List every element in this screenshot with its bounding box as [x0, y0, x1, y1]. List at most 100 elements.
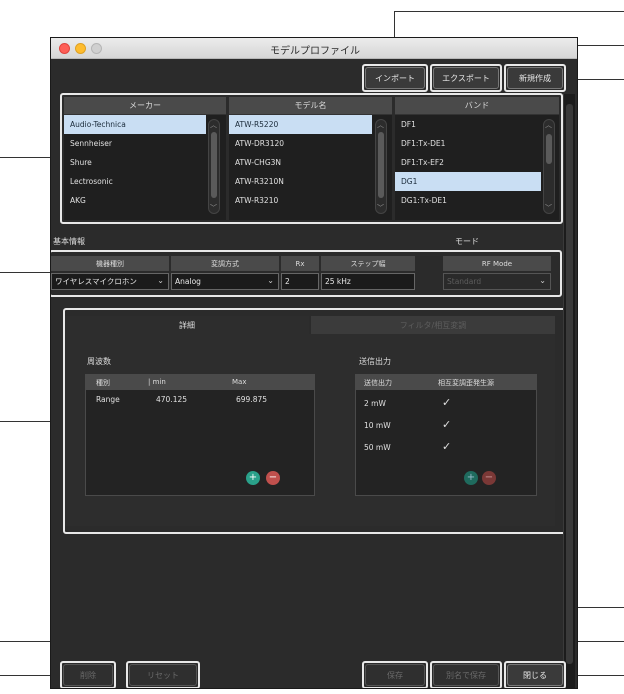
- table-row[interactable]: 50 mW ✓: [356, 440, 536, 461]
- list-item[interactable]: ATW-CHG3N: [229, 153, 392, 172]
- device-type-header: 機器種別: [51, 256, 169, 271]
- step-header: ステップ幅: [321, 256, 415, 271]
- delete-button[interactable]: 削除: [63, 664, 113, 686]
- model-profile-window: モデルプロファイル インポート エクスポート 新規作成 メーカー Audio-T…: [50, 37, 578, 689]
- modulation-value: Analog: [175, 277, 201, 286]
- maker-list[interactable]: メーカー Audio-Technica Sennheiser Shure Lec…: [64, 97, 226, 220]
- chevron-up-icon[interactable]: ︿: [210, 120, 217, 130]
- checkmark-icon[interactable]: ✓: [442, 440, 451, 453]
- band-list[interactable]: バンド DF1 DF1:Tx-DE1 DF1:Tx-EF2 DG1 DG1:Tx…: [395, 97, 559, 220]
- detail-tabs: 詳細 フィルタ/相互変調: [65, 316, 555, 334]
- rx-field[interactable]: 2: [281, 273, 319, 290]
- modulation-header: 変調方式: [171, 256, 279, 271]
- rx-header: Rx: [281, 256, 319, 271]
- freq-max-header: Max: [232, 378, 247, 386]
- chevron-down-icon: ⌄: [539, 276, 546, 285]
- freq-row-max: 699.875: [236, 395, 268, 404]
- model-scroll-thumb[interactable]: [378, 132, 384, 198]
- window-scrollbar[interactable]: [563, 94, 575, 688]
- add-power-button[interactable]: +: [464, 471, 478, 485]
- list-item[interactable]: AKG: [64, 191, 226, 210]
- imd-header: 相互変調歪発生源: [438, 379, 494, 387]
- callout-line-import: [394, 11, 624, 12]
- list-item[interactable]: Shure: [64, 153, 226, 172]
- remove-power-button[interactable]: −: [482, 471, 496, 485]
- add-range-button[interactable]: +: [246, 471, 260, 485]
- frequency-label: 周波数: [87, 357, 111, 366]
- window-scroll-thumb[interactable]: [566, 104, 573, 664]
- close-button[interactable]: 閉じる: [507, 664, 563, 686]
- chevron-up-icon[interactable]: ︿: [545, 120, 552, 130]
- checkmark-icon[interactable]: ✓: [442, 396, 451, 409]
- basic-info-label: 基本情報: [53, 237, 85, 246]
- chevron-down-icon: ⌄: [267, 276, 274, 285]
- list-item[interactable]: Audio-Technica: [64, 115, 206, 134]
- device-type-value: ワイヤレスマイクロホン: [55, 277, 137, 286]
- step-field[interactable]: 25 kHz: [321, 273, 415, 290]
- title-bar[interactable]: モデルプロファイル: [51, 38, 577, 59]
- list-item[interactable]: Sennheiser: [64, 134, 226, 153]
- list-item[interactable]: ATW-R5220: [229, 115, 372, 134]
- list-item[interactable]: ATW-R3210N: [229, 172, 392, 191]
- window-title: モデルプロファイル: [270, 46, 360, 57]
- callout-line-new: [578, 79, 624, 80]
- power-table-header: 送信出力 相互変調歪発生源: [356, 375, 536, 390]
- table-row[interactable]: 10 mW ✓: [356, 418, 536, 439]
- reset-button[interactable]: リセット: [129, 664, 197, 686]
- table-row[interactable]: 2 mW ✓: [356, 396, 536, 417]
- callout-line-basic: [0, 272, 50, 273]
- power-header: 送信出力: [364, 379, 392, 387]
- chevron-down-icon[interactable]: ﹀: [545, 203, 552, 213]
- power-table: 送信出力 相互変調歪発生源 2 mW ✓ 10 mW ✓ 50 mW ✓ + −: [355, 374, 537, 496]
- model-list[interactable]: モデル名 ATW-R5220 ATW-DR3120 ATW-CHG3N ATW-…: [229, 97, 392, 220]
- power-row-value: 2 mW: [364, 399, 386, 408]
- save-as-button[interactable]: 別名で保存: [433, 664, 499, 686]
- device-type-select[interactable]: ワイヤレスマイクロホン ⌄: [51, 273, 169, 290]
- band-list-header: バンド: [395, 97, 559, 115]
- modulation-select[interactable]: Analog ⌄: [171, 273, 279, 290]
- power-label: 送信出力: [359, 357, 391, 366]
- checkmark-icon[interactable]: ✓: [442, 418, 451, 431]
- band-list-scrollbar[interactable]: ︿ ﹀: [543, 119, 555, 214]
- list-item[interactable]: DF1: [395, 115, 559, 134]
- new-button[interactable]: 新規作成: [507, 67, 563, 89]
- frequency-table: 種別 | min Max Range 470.125 699.875 + −: [85, 374, 315, 496]
- chevron-up-icon[interactable]: ︿: [377, 120, 384, 130]
- list-item[interactable]: DF1:Tx-EF2: [395, 153, 559, 172]
- tab-detail[interactable]: 詳細: [65, 316, 309, 334]
- list-item[interactable]: ATW-R3210: [229, 191, 392, 210]
- list-item[interactable]: DF1:Tx-DE1: [395, 134, 559, 153]
- basic-info-table: 機器種別 変調方式 Rx ステップ幅 RF Mode ワイヤレスマイクロホン ⌄…: [51, 256, 561, 294]
- list-item[interactable]: Lectrosonic: [64, 172, 226, 191]
- model-list-scrollbar[interactable]: ︿ ﹀: [375, 119, 387, 214]
- rf-mode-header: RF Mode: [443, 256, 551, 271]
- save-button[interactable]: 保存: [365, 664, 425, 686]
- annotated-screenshot: モデルプロファイル インポート エクスポート 新規作成 メーカー Audio-T…: [0, 0, 624, 694]
- export-button[interactable]: エクスポート: [433, 67, 499, 89]
- freq-row-min: 470.125: [156, 395, 188, 404]
- freq-min-header: | min: [148, 378, 166, 386]
- freq-row-type: Range: [96, 395, 120, 404]
- chevron-down-icon: ⌄: [157, 276, 164, 285]
- maker-scroll-thumb[interactable]: [211, 132, 217, 198]
- band-scroll-thumb[interactable]: [546, 134, 552, 164]
- frequency-table-header: 種別 | min Max: [86, 375, 314, 390]
- mode-label: モード: [455, 237, 479, 246]
- model-list-header: モデル名: [229, 97, 392, 115]
- table-row[interactable]: Range 470.125 699.875: [86, 395, 314, 413]
- power-row-value: 10 mW: [364, 421, 391, 430]
- remove-range-button[interactable]: −: [266, 471, 280, 485]
- power-row-value: 50 mW: [364, 443, 391, 452]
- chevron-down-icon[interactable]: ﹀: [210, 203, 217, 213]
- list-item[interactable]: ATW-DR3120: [229, 134, 392, 153]
- maker-list-header: メーカー: [64, 97, 226, 115]
- tab-filter[interactable]: フィルタ/相互変調: [311, 316, 555, 334]
- import-button[interactable]: インポート: [365, 67, 425, 89]
- detail-panel: 周波数 送信出力 種別 | min Max Range 470.125 699.…: [65, 334, 555, 526]
- list-item[interactable]: DG1: [395, 172, 541, 191]
- maker-list-scrollbar[interactable]: ︿ ﹀: [208, 119, 220, 214]
- rf-mode-value: Standard: [447, 277, 482, 286]
- list-item[interactable]: DG1:Tx-DE1: [395, 191, 559, 210]
- chevron-down-icon[interactable]: ﹀: [377, 203, 384, 213]
- rf-mode-select[interactable]: Standard ⌄: [443, 273, 551, 290]
